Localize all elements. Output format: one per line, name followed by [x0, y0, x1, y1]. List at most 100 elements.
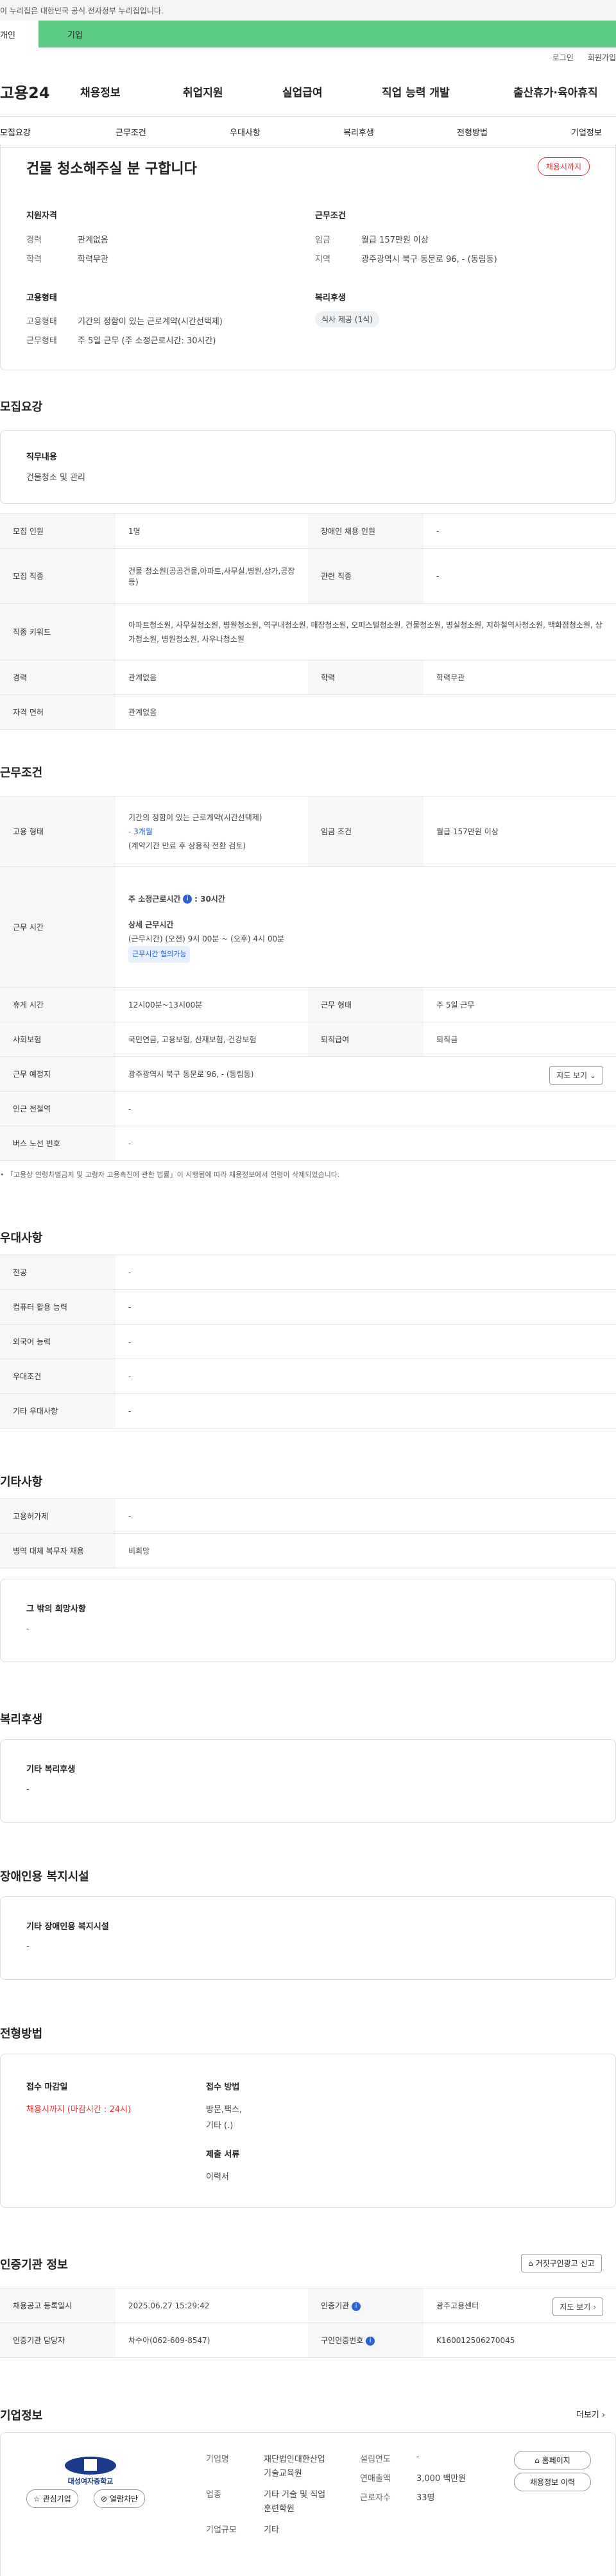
recruit-title: 모집요강 [0, 400, 43, 414]
table-row: 근무 시간 주 소정근로시간 i : 30시간 상세 근무시간 (근무시간) (… [0, 866, 616, 988]
table-row: 인근 전철역 - [0, 1091, 616, 1126]
career-value: 관계없음 [78, 236, 108, 245]
est-label: 설립연도 [360, 2455, 391, 2464]
cell-label: 휴게 시간 [0, 987, 116, 1022]
subnav-pref[interactable]: 우대사항 [230, 126, 261, 138]
gnb-item-support[interactable]: 취업지원 [183, 83, 282, 99]
region-label: 지역 [315, 255, 330, 264]
etc-table: 고용허가제 - 병역 대체 복무자 채용 비희망 [0, 1498, 616, 1568]
table-row: 채용공고 등록일시 2025.06.27 15:29:42 인증기관 i 광주고용센터… [0, 2288, 616, 2323]
gnb-item-jobs[interactable]: 채용정보 [80, 83, 183, 99]
cell-value: - [116, 1359, 616, 1394]
gnb-item-benefit[interactable]: 실업급여 [282, 83, 382, 99]
signup-link[interactable]: 회원가입 [588, 52, 616, 63]
cell-label: 외국어 능력 [0, 1324, 116, 1359]
etc-box: 그 밖의 희망사항 - [0, 1579, 616, 1662]
login-link[interactable]: 로그인 [552, 52, 574, 63]
info-icon[interactable]: i [366, 2336, 375, 2346]
homepage-button[interactable]: ⌂ 홈페이지 [514, 2451, 591, 2469]
cell-label: 고용 형태 [0, 796, 116, 867]
name-value-2: 기술교육원 [264, 2469, 302, 2478]
size-label: 기업규모 [206, 2525, 237, 2535]
cell-value: - [424, 513, 616, 549]
select-box: 접수 마감일 채용시까지 (마감시간 : 24시) 접수 방법 방문,팩스, 기… [0, 2054, 616, 2208]
subnav-company[interactable]: 기업정보 [571, 126, 602, 138]
cell-label: 자격 면허 [0, 694, 116, 730]
docs-heading: 제출 서류 [206, 2150, 240, 2160]
info-icon[interactable]: i [183, 895, 193, 904]
name-label: 기업명 [206, 2455, 229, 2464]
age-notice-text: 「고용상 연령차별금지 및 고령자 고용촉진에 관한 법률」이 시행됨에 따라 … [6, 1171, 340, 1179]
welfare-box-value: - [26, 1785, 30, 1794]
agency-map-button[interactable]: 지도 보기 › [552, 2297, 603, 2316]
info-icon[interactable]: i [352, 2301, 361, 2311]
ind-value-1: 기타 기술 및 직업 [264, 2490, 326, 2500]
region-value: 광주광역시 북구 동문로 96, - (동림동) [361, 255, 497, 264]
tab-company[interactable]: 기업 [38, 21, 616, 47]
status-badge: 채용시까지 [537, 157, 590, 176]
welfare-box-heading: 기타 복리후생 [26, 1765, 76, 1774]
gnb-menu: 채용정보 취업지원 실업급여 직업 능력 개발 출산휴가·육아휴직 [80, 83, 598, 99]
agency-table: 채용공고 등록일시 2025.06.27 15:29:42 인증기관 i 광주고용센터… [0, 2288, 616, 2358]
hours-detail-value: (근무시간) (오전) 9시 00분 ~ (오후) 4시 00분 [128, 934, 285, 943]
table-row: 자격 면허 관계없음 [0, 694, 616, 730]
deadline-heading: 접수 마감일 [26, 2082, 68, 2092]
table-row: 전공 - [0, 1255, 616, 1290]
cell-label: 채용공고 등록일시 [0, 2288, 116, 2323]
subnav-work[interactable]: 근무조건 [116, 126, 146, 138]
star-icon: ☆ [33, 2494, 40, 2503]
cell-label: 인증기관 i [308, 2288, 424, 2323]
cell-value: 학력무관 [424, 660, 616, 695]
block-button[interactable]: ⊘ 열람차단 [94, 2489, 146, 2508]
gnb-item-training[interactable]: 직업 능력 개발 [382, 83, 513, 99]
agency-map-label: 지도 보기 [560, 2303, 591, 2312]
cell-label: 구인인증번호 i [308, 2323, 424, 2358]
cell-label: 고용허가제 [0, 1498, 116, 1534]
subnav-select[interactable]: 전형방법 [457, 126, 488, 138]
docs-value: 이력서 [206, 2172, 229, 2182]
pref-title: 우대사항 [0, 1232, 43, 1245]
map-button[interactable]: 지도 보기 ⌄ [549, 1066, 603, 1085]
wage-row: 임금 월급 157만원 이상 [315, 233, 429, 245]
wage-value: 월급 157만원 이상 [361, 236, 429, 245]
subnav-welfare[interactable]: 복리후생 [343, 126, 374, 138]
block-icon: ⊘ [101, 2494, 108, 2503]
qual-heading: 지원자격 [26, 211, 57, 221]
school-emblem-icon: 대성여자중학교 [65, 2457, 116, 2486]
org-value: 광주고용센터 [436, 2301, 479, 2310]
more-link[interactable]: 더보기 › [576, 2408, 605, 2420]
homepage-label: 홈페이지 [542, 2456, 570, 2465]
gnb-item-leave[interactable]: 출산휴가·육아휴직 [513, 83, 598, 99]
cell-label: 전공 [0, 1255, 116, 1290]
site-logo[interactable]: 고용24 [0, 80, 80, 103]
more-link-label: 더보기 [576, 2410, 599, 2420]
cell-value: 퇴직금 [424, 1022, 616, 1057]
fav-button[interactable]: ☆ 관심기업 [26, 2489, 78, 2508]
cell-label: 근무 예정지 [0, 1056, 116, 1092]
sales-label: 연매출액 [360, 2474, 391, 2484]
hours-detail-label: 상세 근무시간 [128, 920, 174, 929]
cond-heading: 근무조건 [315, 211, 346, 221]
job-history-button[interactable]: 채용정보 이력 [514, 2473, 591, 2491]
cell-label: 버스 노선 번호 [0, 1126, 116, 1161]
disab-title: 장애인용 복지시설 [0, 1870, 89, 1884]
cell-label: 인증기관 담당자 [0, 2323, 116, 2358]
cell-label: 컴퓨터 활용 능력 [0, 1289, 116, 1325]
job-history-label: 채용정보 이력 [529, 2478, 576, 2487]
table-row: 기타 우대사항 - [0, 1393, 616, 1429]
tab-personal[interactable]: 개인 [0, 21, 38, 47]
table-row: 고용허가제 - [0, 1498, 616, 1534]
duty-heading: 직무내용 [26, 452, 57, 462]
emp-note: (계약기간 만료 후 상용직 전환 검토) [128, 841, 246, 850]
table-row: 직종 키워드 아파트청소원, 사무실청소원, 병원청소원, 역구내청소원, 매장청… [0, 603, 616, 660]
cell-value: 건물 청소원(공공건물,아파트,사무실,병원,상가,공장 등) [116, 548, 308, 604]
cell-label: 근무 형태 [308, 987, 424, 1022]
subnav-recruit[interactable]: 모집요강 [0, 126, 31, 138]
cell-label: 인근 전철역 [0, 1091, 116, 1126]
size-value: 기타 [264, 2525, 279, 2535]
pref-table: 전공 - 컴퓨터 활용 능력 - 외국어 능력 - 우대조건 - 기타 우대사항 - [0, 1255, 616, 1429]
report-button[interactable]: ⌂ 거짓구인광고 신고 [521, 2254, 602, 2272]
edu-label: 학력 [26, 255, 42, 264]
company-title: 기업정보 [0, 2409, 43, 2423]
cell-value: 월급 157만원 이상 [424, 796, 616, 867]
